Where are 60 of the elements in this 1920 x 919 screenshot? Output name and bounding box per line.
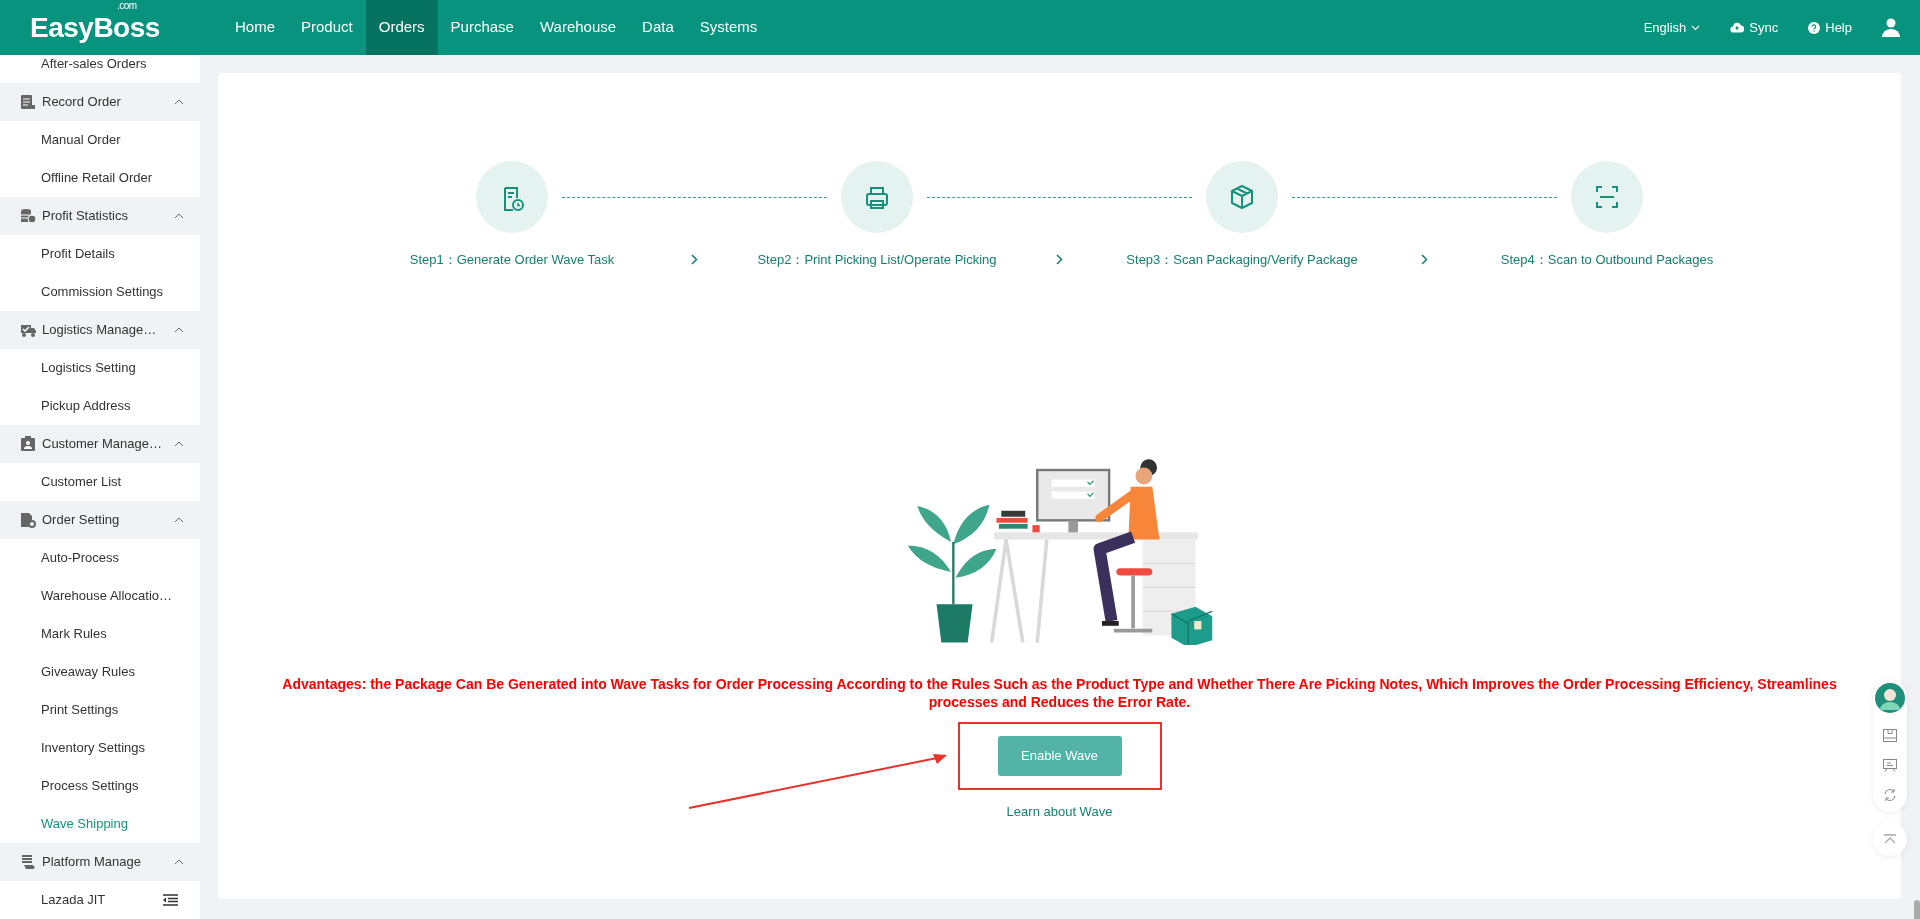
sidebar-group-header[interactable]: Profit Statistics: [0, 197, 200, 235]
learn-link[interactable]: Learn about Wave: [1006, 801, 1113, 821]
help-button[interactable]: Help: [1808, 17, 1852, 38]
user-icon[interactable]: [1882, 18, 1900, 37]
step-label: Step1：Generate Order Wave Task: [408, 251, 616, 269]
language-selector[interactable]: English: [1643, 17, 1701, 38]
board-icon[interactable]: [1883, 758, 1897, 772]
logo-suffix: .com: [117, 0, 137, 11]
sidebar-group-header[interactable]: Logistics Manage…: [0, 311, 200, 349]
contact-icon: [20, 436, 36, 452]
step-label: Step4：Scan to Outbound Packages: [1499, 251, 1715, 269]
truck-icon: [20, 322, 36, 338]
nav-tab[interactable]: Warehouse: [526, 0, 630, 55]
up-icon: [1883, 833, 1897, 845]
nav-tab[interactable]: Data: [629, 0, 687, 55]
sidebar-item[interactable]: Print Settings: [0, 691, 200, 729]
sidebar-item[interactable]: Manual Order: [0, 121, 200, 159]
advantages-text: Advantages: the Package Can Be Generated into Wave Tasks for Order Processing According to the Rules Such as the Product Type and Whether There Are Picking Notes, Which Improves the Order Processing Efficiency, Streamlines processes and Reduces the Error Rate.: [281, 674, 1838, 711]
nav-tab[interactable]: Orders: [365, 0, 438, 55]
sidebar-item[interactable]: Profit Details: [0, 235, 200, 273]
sidebar-item[interactable]: Process Settings: [0, 767, 200, 805]
help-icon: [1808, 21, 1821, 34]
sidebar-item[interactable]: Customer List: [0, 463, 200, 501]
sidebar-item[interactable]: Mark Rules: [0, 615, 200, 653]
sidebar-item[interactable]: Auto-Process: [0, 539, 200, 577]
sidebar-item[interactable]: Wave Shipping: [0, 805, 200, 843]
nav-tab[interactable]: Purchase: [437, 0, 527, 55]
sidebar-item[interactable]: Giveaway Rules: [0, 653, 200, 691]
chevron-right-icon: [1056, 253, 1063, 265]
step-label: Step2：Print Picking List/Operate Picking: [756, 251, 998, 269]
sidebar-item[interactable]: Lazada JIT: [0, 881, 163, 919]
inbox-icon[interactable]: [1883, 729, 1897, 742]
caret-icon: [1691, 24, 1701, 31]
nav-tab[interactable]: Product: [288, 0, 366, 55]
chevron-right-icon: [691, 253, 698, 265]
sidebar-group-header[interactable]: Record Order: [0, 83, 200, 121]
refresh-icon[interactable]: [1883, 788, 1897, 802]
coins-icon: [20, 208, 36, 224]
cloud-icon: [1730, 22, 1745, 33]
document-gear-icon: [20, 512, 36, 528]
step-label: Step3：Scan Packaging/Verify Package: [1125, 251, 1359, 269]
sync-button[interactable]: Sync: [1730, 17, 1779, 38]
nav-tab[interactable]: Systems: [686, 0, 771, 55]
sidebar-item[interactable]: Logistics Setting: [0, 349, 200, 387]
sidebar-group-header[interactable]: Platform Manage: [0, 843, 200, 881]
sidebar-item[interactable]: Warehouse Allocatio…: [0, 577, 200, 615]
document-icon: [20, 94, 36, 110]
sidebar-item[interactable]: Inventory Settings: [0, 729, 200, 767]
avatar-icon[interactable]: [1875, 683, 1905, 713]
stack-icon: [20, 854, 36, 870]
menu-collapse-icon[interactable]: [163, 894, 178, 906]
sidebar-group-header[interactable]: Customer Manage…: [0, 425, 200, 463]
sidebar-group-header[interactable]: Order Setting: [0, 501, 200, 539]
sidebar-item[interactable]: After-sales Orders: [0, 55, 200, 83]
sidebar-item[interactable]: Commission Settings: [0, 273, 200, 311]
sidebar-item[interactable]: Offline Retail Order: [0, 159, 200, 197]
logo-text: EasyBoss: [30, 11, 160, 43]
chevron-right-icon: [1421, 253, 1428, 265]
sidebar-item[interactable]: Pickup Address: [0, 387, 200, 425]
nav-tab[interactable]: Home: [222, 0, 288, 55]
